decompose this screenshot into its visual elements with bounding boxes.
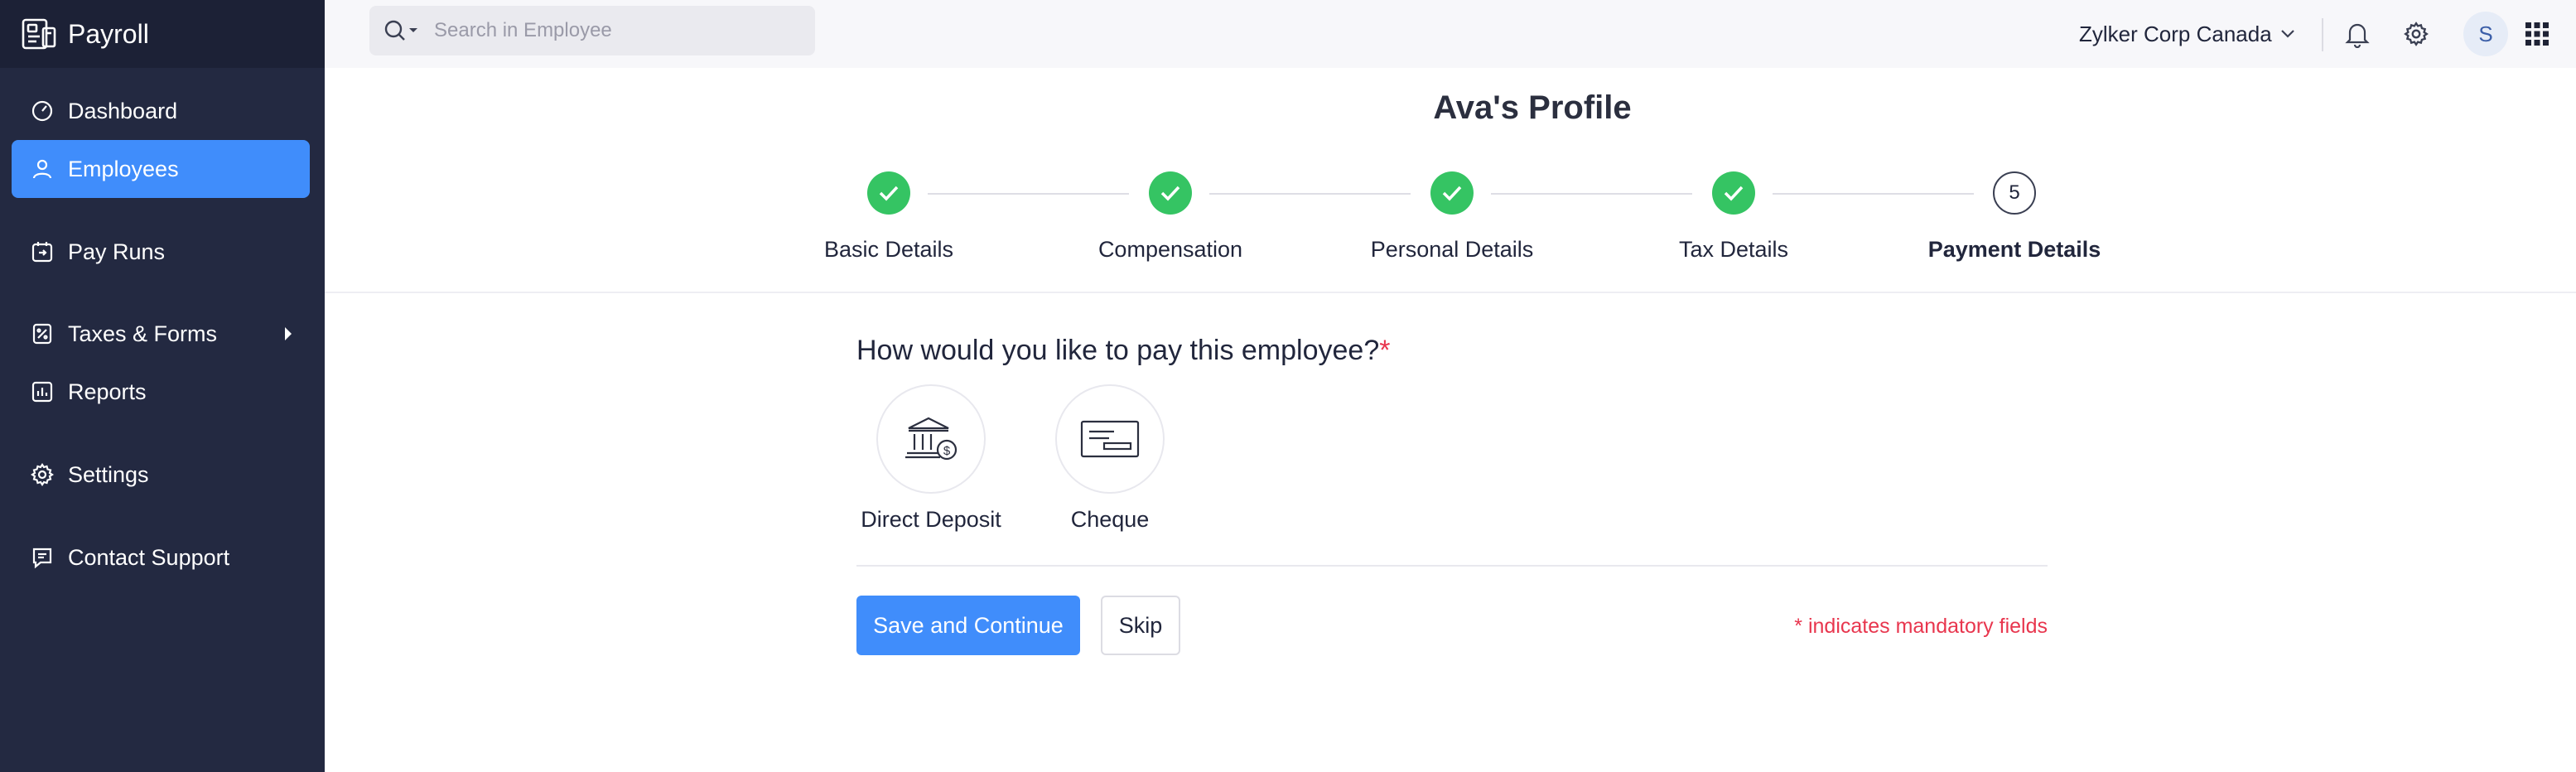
step-label-payment-details[interactable]: Payment Details <box>1890 237 2139 263</box>
reports-icon <box>30 379 55 404</box>
sidebar-item-label: Pay Runs <box>68 239 166 264</box>
organization-switcher[interactable]: Zylker Corp Canada <box>2079 17 2295 51</box>
payment-method-question: How would you like to pay this employee?… <box>856 335 1390 367</box>
sidebar-item-settings[interactable]: Settings <box>12 446 310 504</box>
search-icon <box>384 20 417 41</box>
skip-button[interactable]: Skip <box>1101 596 1180 655</box>
header-divider <box>325 292 2576 293</box>
form-divider <box>856 565 2048 567</box>
check-icon <box>879 186 899 201</box>
notifications-button[interactable] <box>2340 17 2375 51</box>
sidebar-item-reports[interactable]: Reports <box>12 363 310 421</box>
option-label: Direct Deposit <box>861 507 1001 532</box>
step-4-complete[interactable] <box>1712 171 1755 215</box>
organization-name: Zylker Corp Canada <box>2079 21 2272 46</box>
save-and-continue-button[interactable]: Save and Continue <box>856 596 1080 655</box>
svg-text:$: $ <box>943 444 951 458</box>
top-bar: Zylker Corp Canada S <box>325 0 2576 68</box>
bank-icon: $ <box>905 417 958 461</box>
step-label-tax-details[interactable]: Tax Details <box>1609 237 1858 263</box>
app-name: Payroll <box>68 18 149 49</box>
required-marker: * <box>1379 335 1391 366</box>
gear-icon <box>30 462 55 487</box>
payroll-logo-icon <box>20 15 58 53</box>
cheque-icon <box>1080 420 1140 458</box>
option-label: Cheque <box>1070 507 1150 532</box>
sidebar-item-label: Contact Support <box>68 544 230 570</box>
taxes-forms-icon <box>30 321 55 346</box>
check-icon <box>1724 186 1744 201</box>
step-label-personal-details[interactable]: Personal Details <box>1328 237 1576 263</box>
sidebar-item-contact-support[interactable]: Contact Support <box>12 528 310 586</box>
avatar[interactable]: S <box>2463 12 2508 56</box>
sidebar-item-employees[interactable]: Employees <box>12 140 310 198</box>
apps-menu-button[interactable] <box>2520 17 2554 51</box>
apps-grid-icon <box>2525 22 2549 46</box>
sidebar-item-label: Taxes & Forms <box>68 321 218 346</box>
chevron-down-icon <box>2280 30 2294 38</box>
sidebar-item-pay-runs[interactable]: Pay Runs <box>12 223 310 281</box>
option-direct-deposit[interactable]: $ Direct Deposit <box>856 384 1006 533</box>
search-input[interactable] <box>434 19 798 42</box>
stepper-connector <box>1209 193 1411 195</box>
stepper-connector <box>1491 193 1692 195</box>
search-scope-button[interactable] <box>369 6 434 55</box>
bell-icon <box>2345 23 2370 48</box>
check-icon <box>1442 186 1462 201</box>
sidebar-item-dashboard[interactable]: Dashboard <box>12 82 310 140</box>
step-label-compensation[interactable]: Compensation <box>1046 237 1295 263</box>
gear-icon <box>2404 22 2429 46</box>
mandatory-note: * indicates mandatory fields <box>1794 615 2048 638</box>
option-cheque[interactable]: Cheque <box>1035 384 1184 533</box>
step-2-complete[interactable] <box>1149 171 1192 215</box>
sidebar-item-taxes-forms[interactable]: Taxes & Forms <box>12 305 310 363</box>
settings-button[interactable] <box>2399 17 2434 51</box>
search-box <box>369 6 815 55</box>
stepper-connector <box>928 193 1129 195</box>
pay-runs-icon <box>30 239 55 264</box>
topbar-divider <box>2322 18 2323 51</box>
page-title: Ava's Profile <box>1433 89 1632 126</box>
sidebar-item-label: Dashboard <box>68 98 178 123</box>
dashboard-icon <box>30 99 55 123</box>
caret-right-icon <box>285 327 292 340</box>
step-3-complete[interactable] <box>1430 171 1474 215</box>
brand[interactable]: Payroll <box>0 0 325 68</box>
sidebar-item-label: Settings <box>68 461 149 487</box>
sidebar-item-label: Reports <box>68 379 147 404</box>
check-icon <box>1160 186 1180 201</box>
step-5-current[interactable]: 5 <box>1993 171 2036 215</box>
sidebar: Payroll Dashboard Employees Pay Runs Tax… <box>0 0 325 772</box>
stepper-connector <box>1773 193 1974 195</box>
sidebar-item-label: Employees <box>68 156 179 181</box>
option-circle[interactable]: $ <box>876 384 986 494</box>
person-icon <box>30 157 55 181</box>
step-1-complete[interactable] <box>867 171 910 215</box>
option-circle[interactable] <box>1055 384 1165 494</box>
step-label-basic-details[interactable]: Basic Details <box>765 237 1013 263</box>
chat-icon <box>30 545 55 570</box>
question-text: How would you like to pay this employee? <box>856 335 1380 366</box>
